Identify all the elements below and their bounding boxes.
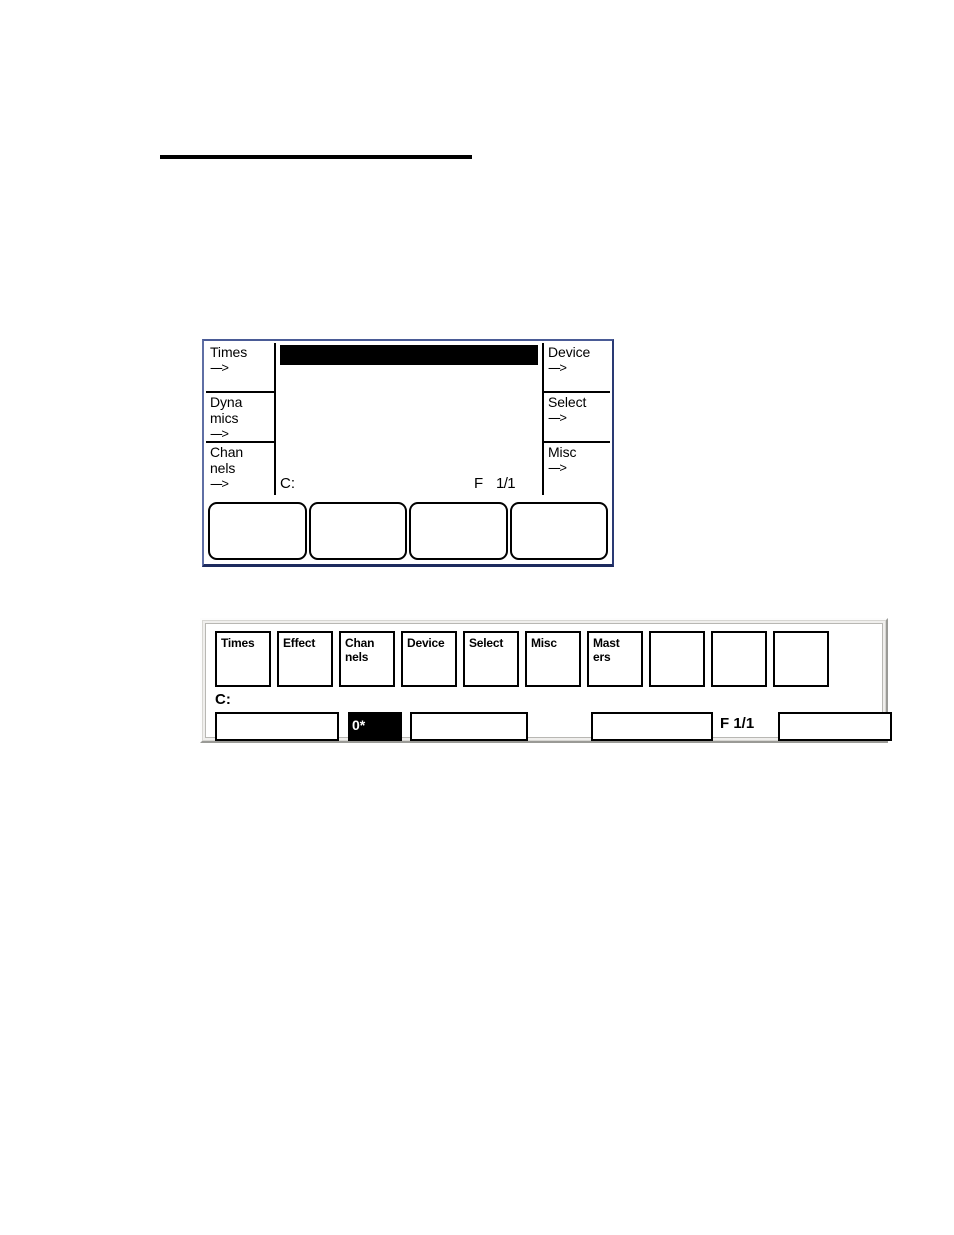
lcd-screen-inner: Times ----> Dyna mics ----> Chan nels --… <box>204 341 612 564</box>
toolbar-menu-empty-2[interactable] <box>711 631 767 687</box>
lcd-key-channels[interactable]: Chan nels ----> <box>206 443 274 495</box>
toolbar-field-row: 0* F 1/1 <box>215 712 892 742</box>
arrow-right-icon: ----> <box>210 476 229 491</box>
arrow-right-icon: ----> <box>210 426 229 441</box>
lcd-left-key-column: Times ----> Dyna mics ----> Chan nels --… <box>206 343 276 495</box>
device-toolbar-strip: Times Effect Chan nels Device Select Mis… <box>200 618 892 743</box>
lcd-soft-button-1[interactable] <box>208 502 307 560</box>
toolbar-field-1[interactable] <box>215 712 339 741</box>
lcd-key-select[interactable]: Select ----> <box>544 393 610 443</box>
arrow-right-icon: ----> <box>548 360 567 375</box>
lcd-key-device[interactable]: Device ----> <box>544 343 610 393</box>
arrow-right-icon: ----> <box>548 460 567 475</box>
lcd-key-device-label: Device <box>548 344 591 360</box>
toolbar-menu-masters[interactable]: Mast ers <box>587 631 643 687</box>
toolbar-menu-channels[interactable]: Chan nels <box>339 631 395 687</box>
lcd-f-label: F <box>474 475 484 492</box>
lcd-key-channels-label: Chan nels <box>210 444 244 476</box>
toolbar-menu-misc[interactable]: Misc <box>525 631 581 687</box>
lcd-soft-button-4[interactable] <box>509 502 608 560</box>
lcd-command-prompt: C: <box>280 475 295 492</box>
lcd-key-select-label: Select <box>548 394 587 410</box>
toolbar-command-prompt: C: <box>215 691 231 708</box>
lcd-key-misc-label: Misc <box>548 444 577 460</box>
lcd-status-line: C: F 1/1 <box>280 474 542 496</box>
toolbar-field-selected[interactable]: 0* <box>348 712 402 741</box>
toolbar-field-3[interactable] <box>410 712 528 741</box>
toolbar-menu-empty-3[interactable] <box>773 631 829 687</box>
toolbar-menu-effect[interactable]: Effect <box>277 631 333 687</box>
lcd-soft-button-3[interactable] <box>409 502 508 560</box>
lcd-soft-button-row <box>208 502 608 560</box>
lcd-right-key-column: Device ----> Select ----> Misc ----> <box>542 343 610 495</box>
toolbar-field-4[interactable] <box>591 712 713 741</box>
lcd-key-times[interactable]: Times ----> <box>206 343 274 393</box>
device-lcd-screen: Times ----> Dyna mics ----> Chan nels --… <box>202 339 614 567</box>
toolbar-strip-inner: Times Effect Chan nels Device Select Mis… <box>205 623 892 741</box>
lcd-page-indicator: 1/1 <box>496 475 516 492</box>
toolbar-field-5[interactable] <box>778 712 892 741</box>
arrow-right-icon: ----> <box>548 410 567 425</box>
section-divider-rule <box>160 155 472 159</box>
lcd-soft-button-2[interactable] <box>308 502 407 560</box>
lcd-key-dynamics-label: Dyna mics <box>210 394 243 426</box>
lcd-key-times-label: Times <box>210 344 248 360</box>
toolbar-page-indicator: F 1/1 <box>720 715 755 732</box>
toolbar-menu-empty-1[interactable] <box>649 631 705 687</box>
toolbar-menu-row: Times Effect Chan nels Device Select Mis… <box>215 631 829 687</box>
lcd-title-bar <box>280 345 538 365</box>
lcd-key-misc[interactable]: Misc ----> <box>544 443 610 495</box>
lcd-key-dynamics[interactable]: Dyna mics ----> <box>206 393 274 443</box>
toolbar-menu-select[interactable]: Select <box>463 631 519 687</box>
toolbar-menu-times[interactable]: Times <box>215 631 271 687</box>
arrow-right-icon: ----> <box>210 360 229 375</box>
toolbar-menu-device[interactable]: Device <box>401 631 457 687</box>
